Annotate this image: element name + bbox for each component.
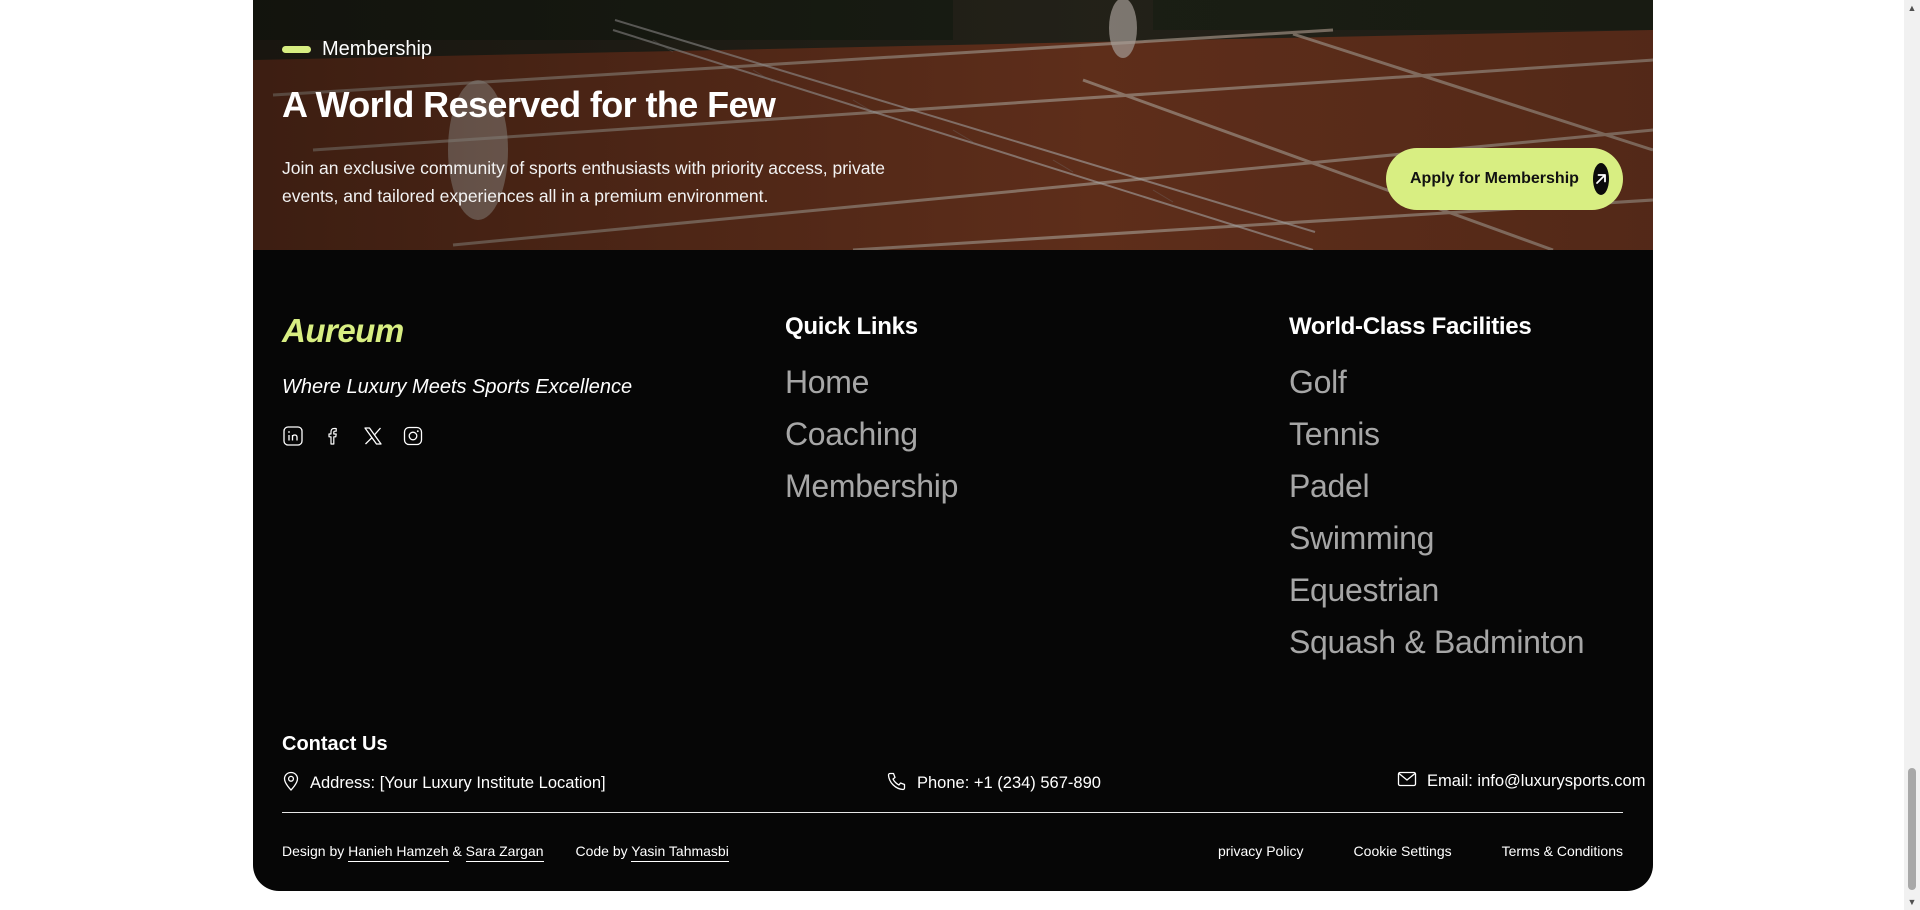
list-item: Padel <box>1289 468 1584 520</box>
list-item: Membership <box>785 468 958 520</box>
phone-icon <box>887 771 907 796</box>
phone-text: Phone: +1 (234) 567-890 <box>917 774 1101 792</box>
code-prefix: Code by <box>575 843 628 859</box>
list-item: Swimming <box>1289 520 1584 572</box>
list-item: Golf <box>1289 364 1584 416</box>
membership-hero: Membership A World Reserved for the Few … <box>253 0 1653 250</box>
list-item: Home <box>785 364 958 416</box>
apply-membership-label: Apply for Membership <box>1410 170 1579 187</box>
code-credit: Code by Yasin Tahmasbi <box>575 843 729 862</box>
cookie-settings-link[interactable]: Cookie Settings <box>1354 843 1452 859</box>
facility-link-tennis[interactable]: Tennis <box>1289 416 1380 452</box>
quick-link-membership[interactable]: Membership <box>785 468 958 504</box>
facilities-title: World-Class Facilities <box>1289 313 1532 340</box>
kicker-label: Membership <box>322 38 433 60</box>
privacy-policy-link[interactable]: privacy Policy <box>1218 843 1304 859</box>
quick-link-home[interactable]: Home <box>785 364 869 400</box>
social-links <box>282 425 424 447</box>
contact-phone[interactable]: Phone: +1 (234) 567-890 <box>887 771 1101 796</box>
legal-links: privacy Policy Cookie Settings Terms & C… <box>1218 843 1623 859</box>
location-pin-icon <box>282 771 300 796</box>
hero-description: Join an exclusive community of sports en… <box>282 158 886 206</box>
page-scrollbar[interactable]: ▲ ▼ <box>1904 0 1920 910</box>
facility-link-equestrian[interactable]: Equestrian <box>1289 572 1439 608</box>
facebook-icon[interactable] <box>322 425 344 447</box>
page: Membership A World Reserved for the Few … <box>0 0 1920 910</box>
facility-link-swimming[interactable]: Swimming <box>1289 520 1434 556</box>
list-item: Tennis <box>1289 416 1584 468</box>
designer-link-sara[interactable]: Sara Zargan <box>465 843 544 862</box>
x-icon[interactable] <box>362 425 384 447</box>
arrow-up-right-icon <box>1592 163 1609 195</box>
brand-tagline: Where Luxury Meets Sports Excellence <box>282 376 633 398</box>
facility-link-golf[interactable]: Golf <box>1289 364 1347 400</box>
credits: Design by Hanieh Hamzeh & Sara Zargan Co… <box>282 843 729 862</box>
designer-link-hanieh[interactable]: Hanieh Hamzeh <box>348 843 449 862</box>
coder-link-yasin[interactable]: Yasin Tahmasbi <box>631 843 729 862</box>
facilities-list: Golf Tennis Padel Swimming Equestrian Sq… <box>1289 364 1585 676</box>
contact-email[interactable]: Email: info@luxurysports.com <box>1397 771 1645 792</box>
quick-link-coaching[interactable]: Coaching <box>785 416 918 452</box>
contact-title: Contact Us <box>282 733 388 755</box>
facility-link-padel[interactable]: Padel <box>1289 468 1370 504</box>
design-credit: Design by Hanieh Hamzeh & Sara Zargan <box>282 843 544 862</box>
ampersand: & <box>452 843 462 859</box>
footer-divider <box>282 812 1623 813</box>
quick-links-title: Quick Links <box>785 313 918 340</box>
apply-membership-button[interactable]: Apply for Membership <box>1386 148 1623 210</box>
contact-address: Address: [Your Luxury Institute Location… <box>282 771 606 796</box>
section-kicker: Membership <box>282 38 432 61</box>
list-item: Coaching <box>785 416 958 468</box>
accent-dash <box>282 46 311 53</box>
footer-card: Membership A World Reserved for the Few … <box>253 0 1653 891</box>
facility-link-squash-badminton[interactable]: Squash & Badminton <box>1289 624 1585 660</box>
list-item: Squash & Badminton <box>1289 624 1585 676</box>
scroll-up-icon[interactable]: ▲ <box>1904 0 1920 16</box>
quick-links-list: Home Coaching Membership <box>785 364 958 520</box>
address-text: Address: [Your Luxury Institute Location… <box>310 774 606 792</box>
hero-title: A World Reserved for the Few <box>282 84 776 125</box>
mail-icon <box>1397 771 1417 792</box>
email-text: Email: info@luxurysports.com <box>1427 772 1646 790</box>
linkedin-icon[interactable] <box>282 425 304 447</box>
terms-conditions-link[interactable]: Terms & Conditions <box>1502 843 1623 859</box>
instagram-icon[interactable] <box>402 425 424 447</box>
list-item: Equestrian <box>1289 572 1584 624</box>
scrollbar-thumb[interactable] <box>1908 768 1916 890</box>
brand-logo[interactable]: Aureum <box>282 312 404 350</box>
scroll-down-icon[interactable]: ▼ <box>1904 894 1920 910</box>
design-prefix: Design by <box>282 843 345 859</box>
